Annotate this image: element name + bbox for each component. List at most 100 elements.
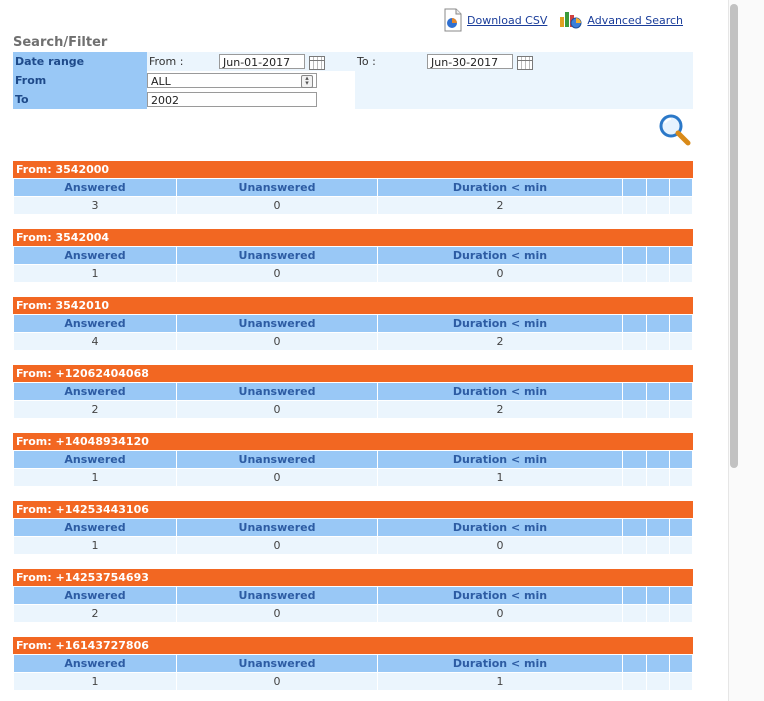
to-date-cell: Jun-30-2017 [425,52,693,71]
empty-header-cell [622,450,647,469]
answered-header: Answered [13,382,177,401]
empty-header-cell [646,246,670,265]
empty-header-cell [622,518,647,537]
chart-search-icon [559,9,583,31]
from-label: From [13,71,147,90]
to-prefix: To : [355,52,425,71]
empty-cell [646,536,670,555]
empty-cell [646,672,670,691]
duration-header: Duration < min [377,246,623,265]
column-header-row: Answered Unanswered Duration < min [13,518,693,537]
empty-header-cell [622,314,647,333]
unanswered-header: Unanswered [176,314,378,333]
empty-header-cell [646,586,670,605]
empty-cell [669,468,693,487]
empty-header-cell [622,382,647,401]
empty-header-cell [622,178,647,197]
download-csv-link[interactable]: Download CSV [443,8,547,32]
answered-value: 1 [13,672,177,691]
empty-header-cell [669,654,693,673]
answered-value: 2 [13,400,177,419]
advanced-search-link[interactable]: Advanced Search [559,9,683,31]
result-group: From: 3542000 Answered Unanswered Duration … [13,161,693,215]
duration-header: Duration < min [377,178,623,197]
result-group: From: +14253754693 Answered Unanswered Dura… [13,569,693,623]
calendar-icon[interactable] [516,55,533,70]
empty-header-cell [646,654,670,673]
group-table: Answered Unanswered Duration < min 1 0 0 [13,246,693,283]
duration-value: 2 [377,400,623,419]
unanswered-header: Unanswered [176,178,378,197]
from-select[interactable]: ALL ▴ ▾ [147,73,317,88]
empty-header-cell [669,246,693,265]
column-header-row: Answered Unanswered Duration < min [13,586,693,605]
empty-cell [622,196,647,215]
empty-cell [646,468,670,487]
advanced-search-label[interactable]: Advanced Search [587,14,683,27]
empty-cell [622,332,647,351]
empty-header-cell [669,450,693,469]
group-header: From: 3542000 [13,161,693,178]
group-header: From: +16143727806 [13,637,693,654]
table-row: 100 [13,536,693,555]
table-row: 402 [13,332,693,351]
search-magnifier-icon[interactable] [657,113,693,147]
group-table: Answered Unanswered Duration < min 2 0 0 [13,586,693,623]
empty-header-cell [622,246,647,265]
group-header: From: 3542010 [13,297,693,314]
duration-value: 2 [377,332,623,351]
empty-header-cell [669,178,693,197]
group-header: From: +14253754693 [13,569,693,586]
unanswered-value: 0 [176,604,378,623]
duration-header: Duration < min [377,450,623,469]
to-input[interactable]: 2002 [147,92,317,107]
duration-header: Duration < min [377,314,623,333]
download-csv-label[interactable]: Download CSV [467,14,547,27]
empty-cell [622,604,647,623]
to-date-field[interactable]: Jun-30-2017 [427,53,513,69]
unanswered-header: Unanswered [176,382,378,401]
unanswered-value: 0 [176,196,378,215]
duration-value: 0 [377,604,623,623]
unanswered-value: 0 [176,400,378,419]
to-input-cell: 2002 [147,90,355,109]
empty-cell [669,400,693,419]
empty-cell [669,536,693,555]
duration-value: 0 [377,536,623,555]
group-table: Answered Unanswered Duration < min 1 0 0 [13,518,693,555]
group-header: From: 3542004 [13,229,693,246]
answered-header: Answered [13,586,177,605]
from-date-field[interactable]: Jun-01-2017 [219,53,305,69]
result-group: From: +16143727806 Answered Unanswered Dura… [13,637,693,691]
table-row: 100 [13,264,693,283]
scrollbar-thumb[interactable] [730,4,738,468]
answered-header: Answered [13,314,177,333]
unanswered-header: Unanswered [176,654,378,673]
unanswered-header: Unanswered [176,586,378,605]
answered-value: 1 [13,264,177,283]
unanswered-value: 0 [176,264,378,283]
empty-cell [646,196,670,215]
duration-header: Duration < min [377,586,623,605]
group-table: Answered Unanswered Duration < min 4 0 2 [13,314,693,351]
column-header-row: Answered Unanswered Duration < min [13,246,693,265]
calendar-icon[interactable] [308,55,325,70]
to-label: To [13,90,147,109]
result-group: From: +14048934120 Answered Unanswered Dura… [13,433,693,487]
from-select-value: ALL [151,75,171,88]
group-table: Answered Unanswered Duration < min 1 0 1 [13,450,693,487]
unanswered-header: Unanswered [176,450,378,469]
select-arrow-icon: ▴ ▾ [301,75,313,88]
empty-cell [622,264,647,283]
group-header: From: +14253443106 [13,501,693,518]
answered-header: Answered [13,450,177,469]
group-table: Answered Unanswered Duration < min 1 0 1 [13,654,693,691]
result-group: From: +12062404068 Answered Unanswered Dura… [13,365,693,419]
empty-cell [669,604,693,623]
empty-header-cell [669,586,693,605]
duration-value: 1 [377,672,623,691]
from-select-cell: ALL ▴ ▾ [147,71,355,90]
empty-header-cell [646,450,670,469]
column-header-row: Answered Unanswered Duration < min [13,382,693,401]
result-group: From: 3542004 Answered Unanswered Duration … [13,229,693,283]
